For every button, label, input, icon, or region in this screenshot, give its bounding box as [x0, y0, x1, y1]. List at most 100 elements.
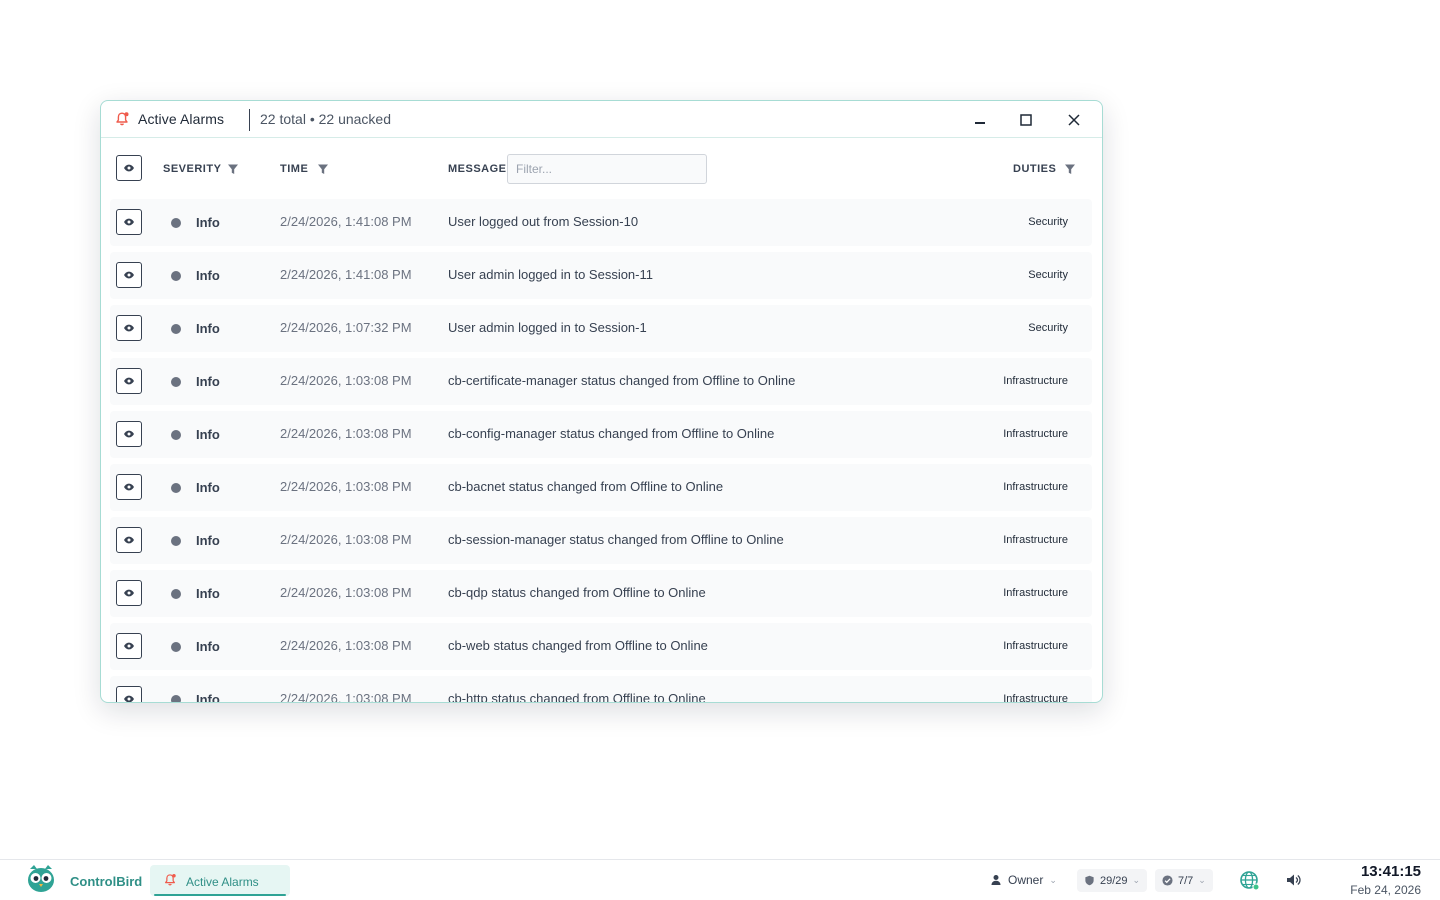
message-column-header: MESSAGE: [448, 163, 507, 175]
alarm-row[interactable]: Info 2/24/2026, 1:41:08 PM User logged out…: [110, 199, 1092, 246]
alarm-row[interactable]: Info 2/24/2026, 1:07:32 PM User admin logg…: [110, 305, 1092, 352]
alarm-message: cb-certificate-manager status changed fr…: [448, 373, 796, 388]
eye-icon: [124, 218, 134, 226]
alarm-row[interactable]: Info 2/24/2026, 1:03:08 PM cb-config-manag…: [110, 411, 1092, 458]
duties-filter-icon[interactable]: [1064, 163, 1076, 175]
minimize-button[interactable]: [969, 109, 991, 131]
alarm-duty: Security: [1028, 216, 1068, 228]
acknowledge-button[interactable]: [116, 633, 142, 659]
alarm-row[interactable]: Info 2/24/2026, 1:03:08 PM cb-certificate-…: [110, 358, 1092, 405]
window-titlebar[interactable]: Active Alarms 22 total • 22 unacked: [101, 101, 1102, 138]
alarm-message: cb-session-manager status changed from O…: [448, 532, 784, 547]
alarm-time: 2/24/2026, 1:03:08 PM: [280, 426, 412, 441]
acknowledge-button[interactable]: [116, 686, 142, 702]
alarm-message: User admin logged in to Session-11: [448, 267, 653, 282]
chevron-down-icon: ⌄: [1049, 874, 1057, 885]
alarm-duty: Infrastructure: [1003, 587, 1068, 599]
severity-dot: [171, 430, 181, 440]
severity-dot: [171, 377, 181, 387]
message-filter-input[interactable]: [507, 154, 707, 184]
taskbar-tab-active-alarms[interactable]: Active Alarms: [150, 865, 290, 896]
alarm-time: 2/24/2026, 1:03:08 PM: [280, 638, 412, 653]
severity-dot: [171, 483, 181, 493]
alarm-duty: Infrastructure: [1003, 640, 1068, 652]
system-clock[interactable]: 13:41:15 Feb 24, 2026: [1350, 863, 1421, 897]
alarm-message: cb-config-manager status changed from Of…: [448, 426, 775, 441]
window-title: Active Alarms: [138, 111, 225, 127]
table-header: SEVERITY TIME MESSAGE DUTIES: [101, 139, 1102, 195]
time-filter-icon[interactable]: [317, 163, 329, 175]
eye-icon: [124, 642, 134, 650]
alarm-severity: Info: [196, 321, 220, 336]
active-alarms-window[interactable]: Active Alarms 22 total • 22 unacked SEVE…: [100, 100, 1103, 703]
bell-alert-icon: [165, 874, 176, 886]
eye-icon: [124, 483, 134, 491]
alarm-time: 2/24/2026, 1:03:08 PM: [280, 585, 412, 600]
eye-icon: [124, 430, 134, 438]
alarm-row[interactable]: Info 2/24/2026, 1:03:08 PM cb-http status …: [110, 676, 1092, 702]
shield-status-pill[interactable]: 29/29 ⌄: [1077, 869, 1148, 892]
speaker-icon[interactable]: [1285, 872, 1301, 888]
close-button[interactable]: [1063, 109, 1085, 131]
alarm-row[interactable]: Info 2/24/2026, 1:03:08 PM cb-bacnet statu…: [110, 464, 1092, 511]
alarm-duty: Infrastructure: [1003, 428, 1068, 440]
title-divider: [249, 109, 250, 131]
check-status-pill[interactable]: 7/7 ⌄: [1155, 869, 1213, 892]
alarm-row[interactable]: Info 2/24/2026, 1:03:08 PM cb-web status c…: [110, 623, 1092, 670]
close-icon: [1068, 114, 1080, 126]
user-menu[interactable]: Owner ⌄: [990, 873, 1057, 887]
duties-column-header[interactable]: DUTIES: [1013, 163, 1056, 175]
alarm-row[interactable]: Info 2/24/2026, 1:03:08 PM cb-session-mana…: [110, 517, 1092, 564]
alarm-duty: Infrastructure: [1003, 375, 1068, 387]
severity-dot: [171, 589, 181, 599]
acknowledge-button[interactable]: [116, 580, 142, 606]
alarm-severity: Info: [196, 480, 220, 495]
alarm-duty: Infrastructure: [1003, 481, 1068, 493]
alarm-duty: Infrastructure: [1003, 534, 1068, 546]
acknowledge-button[interactable]: [116, 368, 142, 394]
acknowledge-button[interactable]: [116, 527, 142, 553]
alarm-severity: Info: [196, 215, 220, 230]
alarm-duty: Security: [1028, 269, 1068, 281]
acknowledge-button[interactable]: [116, 421, 142, 447]
severity-dot: [171, 536, 181, 546]
alarm-row[interactable]: Info 2/24/2026, 1:03:08 PM cb-qdp status c…: [110, 570, 1092, 617]
alarm-time: 2/24/2026, 1:03:08 PM: [280, 532, 412, 547]
eye-icon: [124, 271, 134, 279]
alarm-duty: Infrastructure: [1003, 693, 1068, 702]
ack-all-button[interactable]: [116, 155, 142, 181]
clock-time: 13:41:15: [1360, 863, 1421, 880]
alarm-row[interactable]: Info 2/24/2026, 1:41:08 PM User admin logg…: [110, 252, 1092, 299]
eye-icon: [124, 536, 134, 544]
active-tab-indicator: [154, 894, 286, 896]
acknowledge-button[interactable]: [116, 315, 142, 341]
alarm-severity: Info: [196, 586, 220, 601]
time-column-header[interactable]: TIME: [280, 163, 308, 175]
check-count: 7/7: [1178, 874, 1194, 887]
acknowledge-button[interactable]: [116, 262, 142, 288]
alarm-list[interactable]: Info 2/24/2026, 1:41:08 PM User logged out…: [101, 195, 1102, 702]
alarm-message: cb-web status changed from Offline to On…: [448, 638, 708, 653]
severity-dot: [171, 218, 181, 228]
maximize-button[interactable]: [1015, 109, 1037, 131]
alarm-message: cb-bacnet status changed from Offline to…: [448, 479, 724, 494]
alarm-message: User admin logged in to Session-1: [448, 320, 647, 335]
user-name: Owner: [1008, 873, 1044, 887]
alarm-time: 2/24/2026, 1:07:32 PM: [280, 320, 412, 335]
shield-count: 29/29: [1100, 874, 1128, 887]
chevron-down-icon: ⌄: [1132, 875, 1141, 885]
globe-network-icon[interactable]: [1239, 870, 1261, 892]
minimize-icon: [975, 122, 985, 124]
severity-column-header[interactable]: SEVERITY: [163, 163, 221, 175]
alarm-severity: Info: [196, 533, 220, 548]
chevron-down-icon: ⌄: [1198, 875, 1206, 885]
acknowledge-button[interactable]: [116, 209, 142, 235]
eye-icon: [124, 589, 134, 597]
controlbird-logo-icon[interactable]: [25, 863, 57, 895]
severity-filter-icon[interactable]: [227, 163, 239, 175]
taskbar: ControlBird Active Alarms Owner ⌄ 29/29 …: [0, 859, 1440, 900]
acknowledge-button[interactable]: [116, 474, 142, 500]
brand-name: ControlBird: [70, 874, 143, 889]
eye-icon: [124, 164, 134, 172]
maximize-icon: [1020, 114, 1032, 126]
